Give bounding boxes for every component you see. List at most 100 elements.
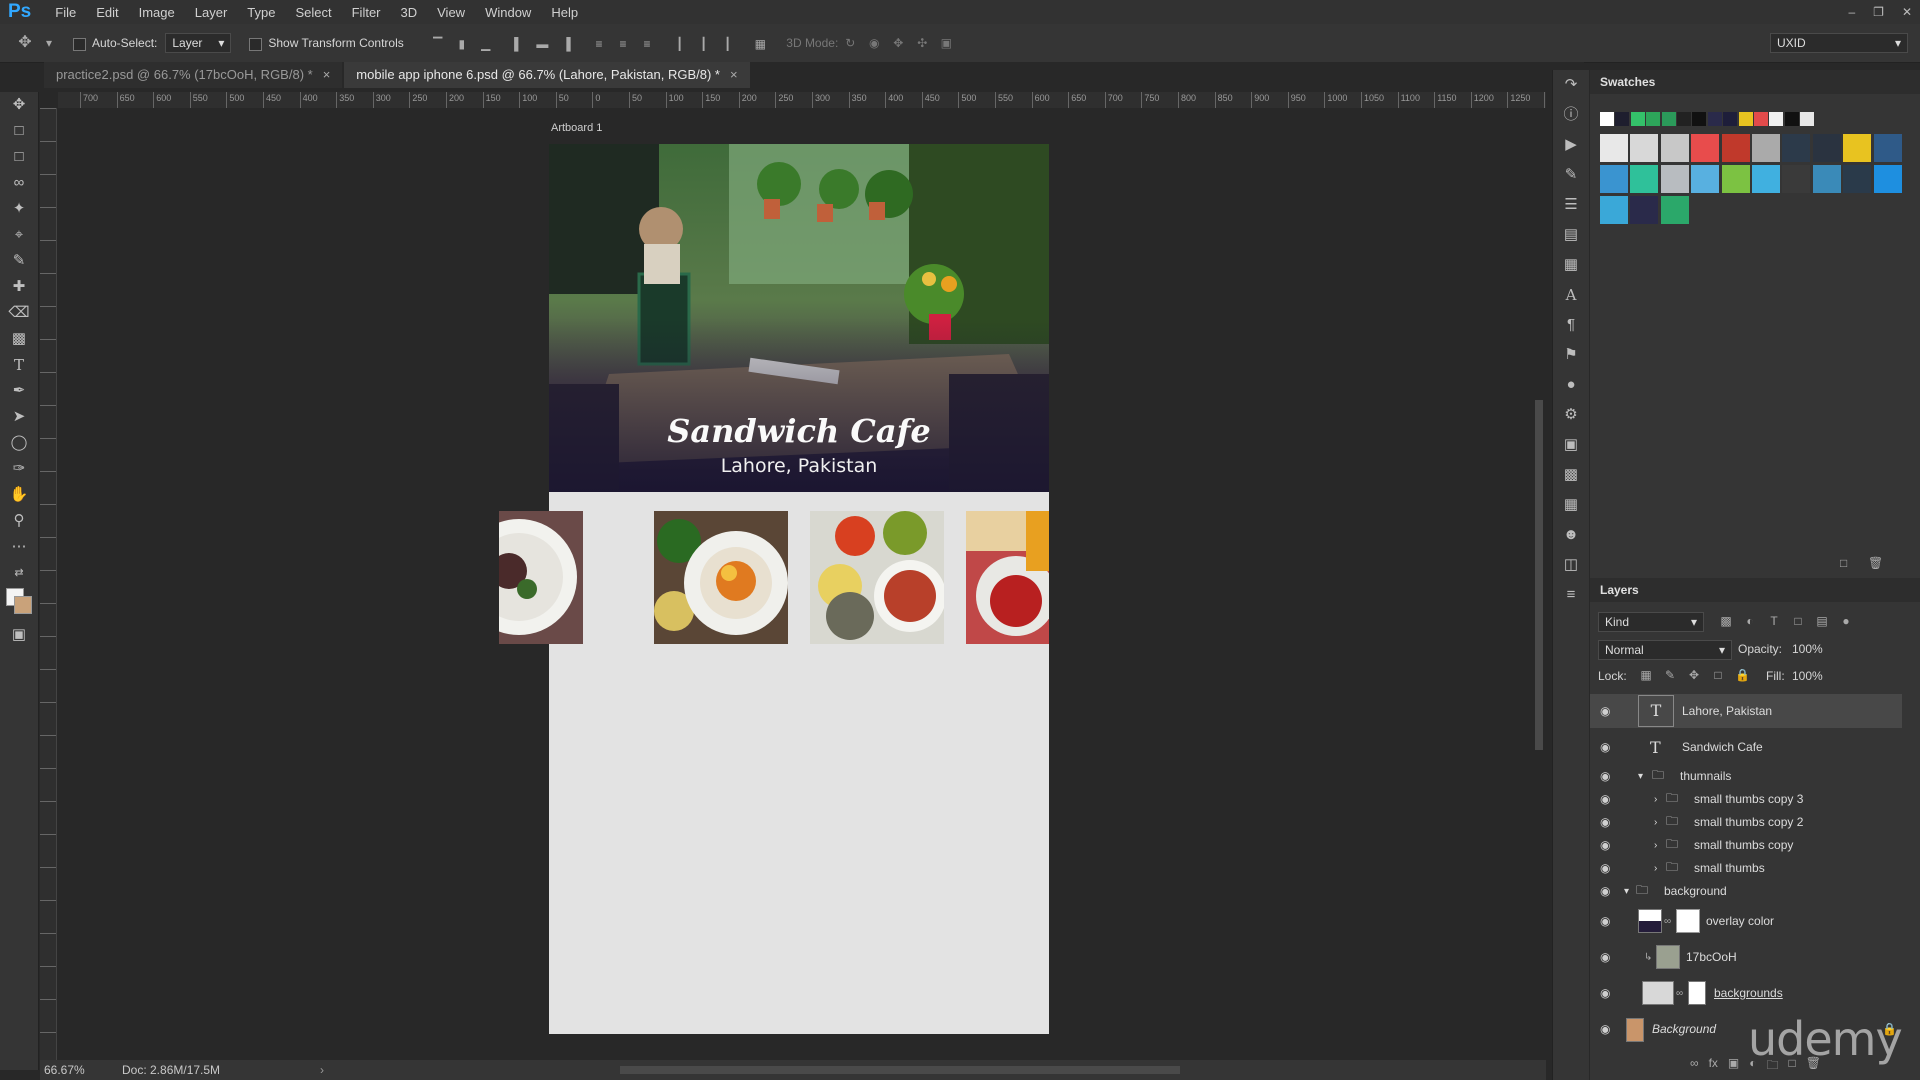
opacity-value[interactable]: 100% xyxy=(1792,642,1823,656)
expand-chevron-icon[interactable]: › xyxy=(1654,794,1657,805)
align-bottom-icon[interactable]: ▁ xyxy=(479,37,493,51)
channels-icon[interactable]: ▣ xyxy=(1553,430,1589,460)
swatch[interactable] xyxy=(1721,165,1750,193)
visibility-eye-icon[interactable]: ◉ xyxy=(1600,704,1610,718)
color-swatches[interactable] xyxy=(0,586,38,622)
swatch[interactable] xyxy=(1843,134,1872,162)
history-icon[interactable]: ↷ xyxy=(1553,70,1589,100)
swatch[interactable] xyxy=(1691,134,1720,162)
swatch[interactable] xyxy=(1630,196,1659,224)
lock-pixels-icon[interactable]: ✎ xyxy=(1663,668,1677,682)
swatch[interactable] xyxy=(1782,165,1811,193)
expand-chevron-icon[interactable]: › xyxy=(1654,840,1657,851)
swap-colors-icon[interactable]: ⇄ xyxy=(0,560,38,586)
lasso-tool-icon[interactable]: ∞ xyxy=(0,170,38,196)
fill-value[interactable]: 100% xyxy=(1792,669,1823,683)
3d-scale-icon[interactable]: ▣ xyxy=(939,36,953,50)
swatch[interactable] xyxy=(1660,196,1689,224)
swatch[interactable] xyxy=(1800,112,1815,126)
paragraph-icon[interactable]: ¶ xyxy=(1553,310,1589,340)
layer-row[interactable]: ◉ › 🗀 small thumbs copy xyxy=(1590,834,1902,856)
swatch[interactable] xyxy=(1600,165,1628,193)
actions-play-icon[interactable]: ▶ xyxy=(1553,130,1589,160)
artboard-label[interactable]: Artboard 1 xyxy=(551,122,602,134)
visibility-eye-icon[interactable]: ◉ xyxy=(1600,838,1610,852)
artboard-tool-icon[interactable]: □ xyxy=(0,118,38,144)
swatch[interactable] xyxy=(1784,112,1799,126)
swatch[interactable] xyxy=(1600,196,1628,224)
swatch[interactable] xyxy=(1660,134,1689,162)
status-menu-arrow-icon[interactable]: › xyxy=(320,1063,324,1077)
link-layers-icon[interactable]: ∞ xyxy=(1690,1056,1699,1077)
layer-row[interactable]: ◉ T Lahore, Pakistan xyxy=(1590,694,1902,728)
visibility-eye-icon[interactable]: ◉ xyxy=(1600,986,1610,1000)
menu-image[interactable]: Image xyxy=(129,5,185,20)
link-icon[interactable]: ∞ xyxy=(1664,916,1671,927)
filter-adjustment-icon[interactable]: ◐ xyxy=(1743,614,1757,628)
clone-source-icon[interactable]: ⚙ xyxy=(1553,400,1589,430)
menu-layer[interactable]: Layer xyxy=(185,5,238,20)
swatch[interactable] xyxy=(1721,134,1750,162)
paths-icon[interactable]: ▩ xyxy=(1553,460,1589,490)
workspace-dropdown[interactable]: UXID ▾ xyxy=(1770,33,1908,53)
character-icon[interactable]: A xyxy=(1553,280,1589,310)
crop-tool-icon[interactable]: ⌖ xyxy=(0,222,38,248)
type-tool-icon[interactable]: T xyxy=(0,352,38,378)
restore-icon[interactable]: ❐ xyxy=(1873,5,1884,19)
swatch[interactable] xyxy=(1630,134,1659,162)
auto-select-dropdown[interactable]: Layer ▾ xyxy=(165,33,232,53)
layer-row[interactable]: ◉ ↳ 17bcOoH xyxy=(1590,940,1902,974)
menu-filter[interactable]: Filter xyxy=(342,5,391,20)
align-right-icon[interactable]: ▐ xyxy=(559,37,573,51)
menu-3d[interactable]: 3D xyxy=(391,5,428,20)
magic-wand-icon[interactable]: ✦ xyxy=(0,196,38,222)
user-icon[interactable]: ☻ xyxy=(1553,520,1589,550)
align-left-icon[interactable]: ▌ xyxy=(511,37,525,51)
layer-row[interactable]: ◉ T Sandwich Cafe xyxy=(1590,730,1902,764)
grid-icon[interactable]: ▦ xyxy=(1553,490,1589,520)
layer-row[interactable]: ◉ ∞ overlay color xyxy=(1590,904,1902,938)
swatch[interactable] xyxy=(1873,134,1902,162)
brush-presets-icon[interactable]: ✎ xyxy=(1553,160,1589,190)
stack-icon[interactable]: ≡ xyxy=(1553,580,1589,610)
menu-window[interactable]: Window xyxy=(475,5,541,20)
filter-smart-icon[interactable]: ▤ xyxy=(1815,614,1829,628)
brush-tool-icon[interactable]: ✎ xyxy=(0,248,38,274)
align-top-icon[interactable]: ▔ xyxy=(431,37,445,51)
swatch[interactable] xyxy=(1843,165,1872,193)
move-tool-icon[interactable]: ✥ xyxy=(18,35,32,51)
path-select-icon[interactable]: ➤ xyxy=(0,404,38,430)
swatch[interactable] xyxy=(1646,112,1661,126)
eyedropper-icon[interactable]: ✑ xyxy=(0,456,38,482)
swatch[interactable] xyxy=(1692,112,1707,126)
transform-controls-checkbox[interactable] xyxy=(249,35,268,51)
swatch[interactable] xyxy=(1630,165,1659,193)
swatch[interactable] xyxy=(1723,112,1738,126)
visibility-eye-icon[interactable]: ◉ xyxy=(1600,914,1610,928)
menu-view[interactable]: View xyxy=(427,5,475,20)
3d-slide-icon[interactable]: ✣ xyxy=(915,36,929,50)
visibility-eye-icon[interactable]: ◉ xyxy=(1600,769,1610,783)
visibility-eye-icon[interactable]: ◉ xyxy=(1600,1022,1610,1036)
close-tab-icon[interactable]: × xyxy=(323,67,331,82)
hand-tool-icon[interactable]: ✋ xyxy=(0,482,38,508)
expand-chevron-icon[interactable]: › xyxy=(1654,817,1657,828)
swatch[interactable] xyxy=(1660,165,1689,193)
swatch[interactable] xyxy=(1873,165,1902,193)
visibility-eye-icon[interactable]: ◉ xyxy=(1600,861,1610,875)
drop-icon[interactable]: ● xyxy=(1553,370,1589,400)
swatch[interactable] xyxy=(1752,134,1780,162)
layer-row[interactable]: ◉ › 🗀 small thumbs xyxy=(1590,857,1902,879)
filter-pixel-icon[interactable]: ▩ xyxy=(1719,614,1733,628)
tab-mobile-app[interactable]: mobile app iphone 6.psd @ 66.7% (Lahore,… xyxy=(344,62,750,88)
menu-type[interactable]: Type xyxy=(237,5,285,20)
new-swatch-icon[interactable]: □ xyxy=(1840,556,1847,570)
layer-row[interactable]: ◉ ▾ 🗀 thumnails xyxy=(1590,765,1902,787)
adjustments-icon[interactable]: ☰ xyxy=(1553,190,1589,220)
swatch[interactable] xyxy=(1752,165,1780,193)
visibility-eye-icon[interactable]: ◉ xyxy=(1600,884,1610,898)
zoom-tool-icon[interactable]: ⚲ xyxy=(0,508,38,534)
auto-align-icon[interactable]: ▦ xyxy=(753,37,767,51)
lock-transparent-icon[interactable]: ▦ xyxy=(1639,668,1653,682)
minimize-icon[interactable]: – xyxy=(1848,5,1855,19)
